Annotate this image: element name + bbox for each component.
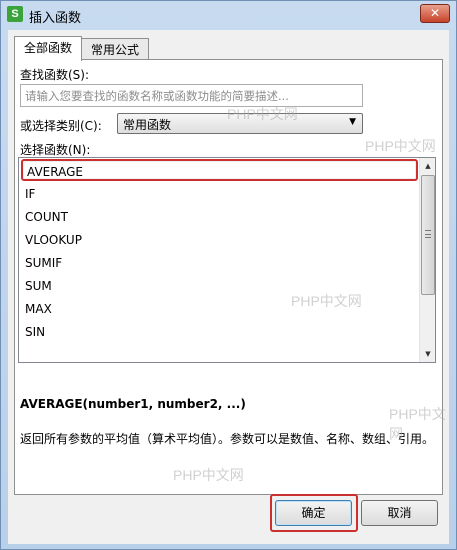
tab-all-functions[interactable]: 全部函数 [14,36,83,61]
category-label: 或选择类别(C): [20,119,102,133]
function-syntax: AVERAGE(number1, number2, ...) [20,397,246,411]
function-item-sin[interactable]: SIN [21,321,418,343]
scroll-down-arrow-icon[interactable]: ▼ [420,346,435,362]
dropdown-arrow-icon: ▼ [349,117,356,127]
function-item-sum[interactable]: SUM [21,275,418,297]
scroll-up-arrow-icon[interactable]: ▲ [420,158,435,174]
dialog-title: 插入函数 [29,11,82,26]
function-list-label: 选择函数(N): [20,143,91,157]
function-item-max[interactable]: MAX [21,298,418,320]
cancel-button[interactable]: 取消 [361,500,438,526]
search-input[interactable]: 请输入您要查找的函数名称或函数功能的简要描述... [20,84,363,107]
ok-button-highlight [270,494,358,532]
insert-function-dialog: S 插入函数 ✕ 全部函数 常用公式 查找函数(S): 请输入您要查找的函数名称… [0,0,457,550]
tab-strip: 全部函数 常用公式 [14,36,150,61]
function-item-if[interactable]: IF [21,183,418,205]
category-selected-value: 常用函数 [123,118,172,132]
tab-common-formulas[interactable]: 常用公式 [81,38,150,61]
function-list-scrollbar[interactable]: ▲ ▼ [419,158,435,362]
function-item-sumif[interactable]: SUMIF [21,252,418,274]
dialog-body: 全部函数 常用公式 查找函数(S): 请输入您要查找的函数名称或函数功能的简要描… [8,30,449,544]
title-bar[interactable]: S 插入函数 ✕ [1,1,456,29]
category-select[interactable]: 常用函数 ▼ [117,113,363,134]
scroll-grip-icon [425,230,431,238]
function-description: 返回所有参数的平均值（算术平均值）。参数可以是数值、名称、数组、引用。 [20,432,435,446]
search-label: 查找函数(S): [20,68,90,82]
scroll-thumb[interactable] [421,175,435,295]
function-list[interactable]: AVERAGE IF COUNT VLOOKUP SUMIF SUM MAX S… [18,157,436,363]
all-functions-panel: 查找函数(S): 请输入您要查找的函数名称或函数功能的简要描述... 或选择类别… [14,59,443,495]
function-item-average[interactable]: AVERAGE [21,159,418,181]
function-item-count[interactable]: COUNT [21,206,418,228]
function-item-vlookup[interactable]: VLOOKUP [21,229,418,251]
wps-spreadsheet-icon: S [7,6,23,22]
close-button[interactable]: ✕ [420,4,450,23]
